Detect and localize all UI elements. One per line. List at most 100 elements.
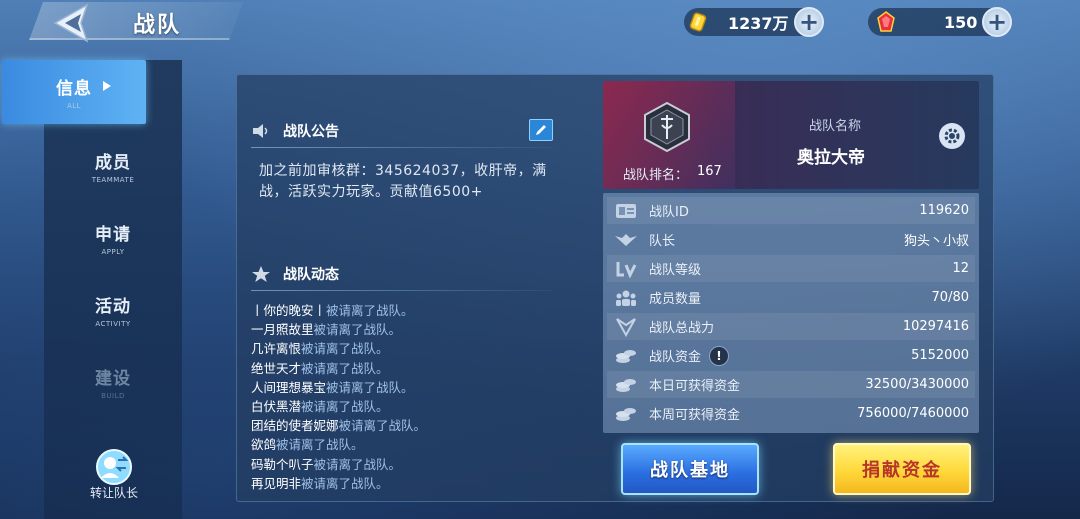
announcement-title: 战队公告 [283,124,339,140]
tab-info[interactable]: 信息 ALL [2,60,146,124]
stat-value: 756000/7460000 [857,406,969,421]
tab-label: 申请 [95,225,131,245]
stat-value: 狗头丶小叔 [903,234,969,249]
tab-apply[interactable]: 申请 APPLY [44,206,182,270]
left-column: 战队公告 加之前加审核群：345624037，收肝帝，满战，活跃实力玩家。贡献值… [237,75,597,503]
team-stats-table: 战队ID 119620 队长 狗头丶小叔 战队等级 12 成员数量 70/80 … [603,193,979,433]
member-name: 人间理想暴宝 [251,379,327,395]
log-action: 被请离了战队。 [301,341,389,357]
fund-info-button[interactable]: ! [709,345,730,366]
transfer-captain-button[interactable]: 转让队长 [44,446,184,502]
team-base-button[interactable]: 战队基地 [621,443,759,495]
tab-sublabel: APPLY [101,248,125,256]
speaker-icon [253,124,268,138]
log-action: 被请离了战队。 [338,418,427,434]
divider [251,147,553,148]
list-item: 丨你的晚安丨被请离了战队。 [251,301,571,320]
tab-members[interactable]: 成员 TEAMMATE [44,134,182,198]
announcement-header: 战队公告 [251,121,339,141]
log-action: 被请离了战队。 [301,399,389,415]
members-icon [613,287,639,309]
tab-build[interactable]: 建设 BUILD [44,350,182,414]
back-arrow-icon [53,3,89,43]
add-gold-button[interactable]: + [794,7,824,37]
list-item: 码勒个叭子被请离了战队。 [251,455,571,474]
announcement-text: 加之前加审核群：345624037，收肝帝，满战，活跃实力玩家。贡献值6500+ [259,163,547,200]
stat-label: 本日可获得资金 [649,379,741,394]
back-button[interactable] [44,1,100,45]
stat-label: 战队ID [649,205,689,220]
list-item: 人间理想暴宝被请离了战队。 [251,378,571,397]
stat-label: 战队资金 [649,350,702,365]
activity-header: 战队动态 [251,264,339,284]
list-item: 团结的使者妮娜被请离了战队。 [251,416,571,435]
stat-label: 队长 [649,234,676,249]
team-emblem-icon [644,101,690,153]
donate-funds-button[interactable]: 捐献资金 [833,443,971,495]
stat-label: 成员数量 [649,292,702,307]
stat-value: 70/80 [931,290,969,305]
log-action: 被请离了战队。 [276,437,364,453]
edit-announcement-button[interactable] [529,119,553,141]
gold-coin-icon [684,8,712,36]
stat-value: 5152000 [911,348,969,363]
list-item: 再见明非被请离了战队。 [251,474,571,493]
member-name: 绝世天才 [251,360,302,376]
tab-activity[interactable]: 活动 ACTIVITY [44,278,182,342]
log-action: 被请离了战队。 [301,360,389,376]
rank-value: 167 [697,164,722,179]
top-bar: 战队 1237万 + 150 + [0,0,1080,46]
team-name-label: 战队名称 [809,119,862,134]
level-icon [613,258,639,280]
tab-sublabel: TEAMMATE [91,176,135,184]
coins-icon [613,345,639,367]
member-name: 一月照故里 [251,322,314,338]
member-name: 再见明非 [251,475,302,491]
log-action: 被请离了战队。 [313,322,402,338]
activity-title: 战队动态 [283,267,339,283]
list-item: 白伏黑潜被请离了战队。 [251,397,571,416]
gem-currency: 150 + [868,7,1012,37]
stat-value: 119620 [919,203,969,218]
table-row: 本周可获得资金 756000/7460000 [607,400,975,427]
star-icon [252,266,270,282]
team-info-panel: 战队公告 加之前加审核群：345624037，收肝帝，满战，活跃实力玩家。贡献值… [236,74,994,502]
member-name: 团结的使者妮娜 [251,418,339,434]
team-settings-button[interactable] [939,123,965,149]
table-row: 战队资金 ! 5152000 [607,342,975,369]
activity-log[interactable]: 丨你的晚安丨被请离了战队。 一月照故里被请离了战队。 几许离恨被请离了战队。 绝… [251,301,571,495]
stat-value: 12 [952,261,969,276]
table-row: 成员数量 70/80 [607,284,975,311]
coins-icon [613,403,639,425]
power-icon [613,316,639,338]
chevron-right-icon [103,81,111,91]
log-action: 被请离了战队。 [313,456,402,472]
list-item: 绝世天才被请离了战队。 [251,359,571,378]
tab-label: 成员 [95,153,131,173]
table-row: 战队等级 12 [607,255,975,282]
table-row: 本日可获得资金 32500/3430000 [607,371,975,398]
member-name: 丨你的晚安丨 [251,303,327,318]
transfer-captain-label: 转让队长 [89,486,138,500]
list-item: 欲鸽被请离了战队。 [251,435,571,454]
plus-icon: + [798,8,820,36]
tab-label: 建设 [95,369,131,389]
team-name-value: 奥拉大帝 [797,148,865,168]
table-row: 战队ID 119620 [607,197,975,224]
pencil-icon [536,125,546,135]
wings-badge-icon [613,229,639,251]
tab-label: 信息 [56,79,92,99]
member-name: 白伏黑潜 [251,399,302,415]
tab-sublabel: ALL [66,102,82,110]
plus-icon: + [986,8,1008,36]
coins-icon [613,374,639,396]
log-action: 被请离了战队。 [326,303,414,318]
page-title: 战队 [133,13,182,38]
log-action: 被请离了战队。 [301,475,389,491]
transfer-captain-icon [96,449,132,485]
stat-label: 本周可获得资金 [649,408,741,423]
member-name: 几许离恨 [251,341,302,357]
red-gem-icon [872,8,900,36]
gold-currency: 1237万 + [684,7,824,37]
add-gem-button[interactable]: + [982,7,1012,37]
